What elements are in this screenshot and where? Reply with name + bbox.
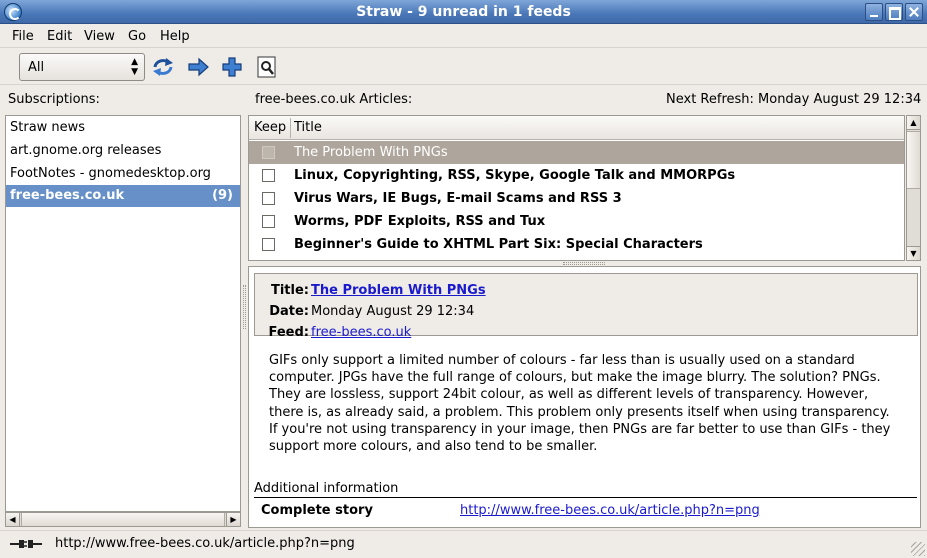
complete-story-link[interactable]: http://www.free-bees.co.uk/article.php?n… [460, 503, 760, 518]
scroll-thumb[interactable] [21, 513, 225, 526]
article-row[interactable]: Beginner's Guide to XHTML Part Six: Spec… [249, 233, 904, 256]
subscription-item[interactable]: FootNotes - gnomedesktop.org [6, 163, 240, 185]
articles-word: Articles: [359, 92, 413, 107]
keep-checkbox[interactable] [262, 169, 275, 182]
complete-story-label: Complete story [261, 503, 373, 518]
article-row[interactable]: Linux, Copyrighting, RSS, Skype, Google … [249, 164, 904, 187]
subscription-name: Straw news [10, 120, 86, 135]
article-title-link[interactable]: The Problem With PNGs [311, 283, 486, 298]
subscription-item[interactable]: Straw news [6, 117, 240, 139]
scroll-up-icon[interactable]: ▲ [907, 116, 920, 130]
minimize-button[interactable] [865, 3, 883, 21]
articles-label: free-bees.co.uk Articles: [255, 92, 412, 107]
article-row[interactable]: Worms, PDF Exploits, RSS and Tux [249, 210, 904, 233]
subscription-item-selected[interactable]: free-bees.co.uk (9) [6, 185, 240, 207]
scroll-down-icon[interactable]: ▼ [907, 246, 920, 260]
subscriptions-hscrollbar[interactable]: ◀ ▶ [5, 512, 241, 527]
feed-label: Feed: [268, 325, 310, 340]
pane-splitter-vertical[interactable] [243, 285, 246, 329]
title-bar: Straw - 9 unread in 1 feeds [0, 0, 927, 24]
next-arrow-icon[interactable] [187, 56, 211, 78]
article-row[interactable]: Virus Wars, IE Bugs, E-mail Scams and RS… [249, 187, 904, 210]
keep-checkbox[interactable] [262, 215, 275, 228]
menu-view[interactable]: View [84, 29, 115, 44]
divider [254, 497, 917, 498]
subscriptions-list: Straw news art.gnome.org releases FootNo… [5, 115, 241, 512]
scroll-right-icon[interactable]: ▶ [226, 513, 240, 526]
additional-info-heading: Additional information [254, 481, 399, 496]
resize-grip-icon[interactable] [911, 542, 925, 556]
add-icon[interactable] [220, 56, 244, 78]
subscription-name: art.gnome.org releases [10, 143, 162, 158]
column-keep[interactable]: Keep [254, 120, 286, 135]
menu-help[interactable]: Help [160, 29, 190, 44]
network-plug-icon [10, 540, 42, 548]
find-icon[interactable] [255, 56, 279, 78]
article-row-selected[interactable]: The Problem With PNGs [249, 141, 904, 164]
article-title: Virus Wars, IE Bugs, E-mail Scams and RS… [294, 191, 622, 206]
article-title: Beginner's Guide to XHTML Part Six: Spec… [294, 237, 703, 252]
unread-count: (9) [212, 188, 233, 203]
toolbar: All ▲ ▼ [0, 49, 927, 85]
category-filter-value: All [28, 60, 45, 75]
maximize-button[interactable] [885, 3, 903, 21]
window-title: Straw - 9 unread in 1 feeds [356, 4, 571, 20]
article-title: Linux, Copyrighting, RSS, Skype, Google … [294, 168, 736, 183]
feed-link[interactable]: free-bees.co.uk [311, 325, 411, 340]
article-title: Worms, PDF Exploits, RSS and Tux [294, 214, 546, 229]
subscription-name: FootNotes - gnomedesktop.org [10, 166, 211, 181]
article-title: The Problem With PNGs [294, 145, 448, 160]
keep-checkbox[interactable] [262, 192, 275, 205]
article-header-box: Title: The Problem With PNGs Date: Monda… [254, 273, 918, 340]
keep-checkbox[interactable] [262, 146, 275, 159]
menu-go[interactable]: Go [128, 29, 146, 44]
article-date: Monday August 29 12:34 [311, 304, 475, 319]
articles-feed-name: free-bees.co.uk [255, 92, 360, 107]
column-separator [290, 118, 291, 138]
article-body: GIFs only support a limited number of co… [269, 353, 891, 455]
refresh-icon[interactable] [151, 56, 175, 78]
subscription-name: free-bees.co.uk [10, 188, 125, 203]
title-label: Title: [270, 283, 309, 298]
status-bar: http://www.free-bees.co.uk/article.php?n… [0, 530, 927, 558]
menu-edit[interactable]: Edit [47, 29, 72, 44]
status-text: http://www.free-bees.co.uk/article.php?n… [55, 536, 355, 551]
menu-file[interactable]: File [12, 29, 34, 44]
articles-header: Keep Title [249, 116, 904, 140]
next-refresh-label: Next Refresh: Monday August 29 12:34 [666, 92, 922, 107]
menu-bar: File Edit View Go Help [0, 25, 927, 48]
category-filter-combo[interactable]: All ▲ ▼ [19, 53, 145, 81]
scroll-thumb[interactable] [907, 131, 920, 189]
close-button[interactable] [905, 3, 923, 21]
subscription-item[interactable]: art.gnome.org releases [6, 140, 240, 162]
pane-splitter-horizontal[interactable] [563, 262, 605, 265]
articles-vscrollbar[interactable]: ▲ ▼ [906, 115, 921, 261]
keep-checkbox[interactable] [262, 238, 275, 251]
column-title[interactable]: Title [294, 120, 322, 135]
date-label: Date: [269, 304, 309, 319]
scroll-left-icon[interactable]: ◀ [6, 513, 20, 526]
article-view: Title: The Problem With PNGs Date: Monda… [248, 266, 921, 528]
updown-arrows-icon: ▲ ▼ [131, 57, 138, 77]
subscriptions-label: Subscriptions: [8, 92, 100, 107]
articles-list: Keep Title The Problem With PNGs Linux, … [248, 115, 905, 261]
